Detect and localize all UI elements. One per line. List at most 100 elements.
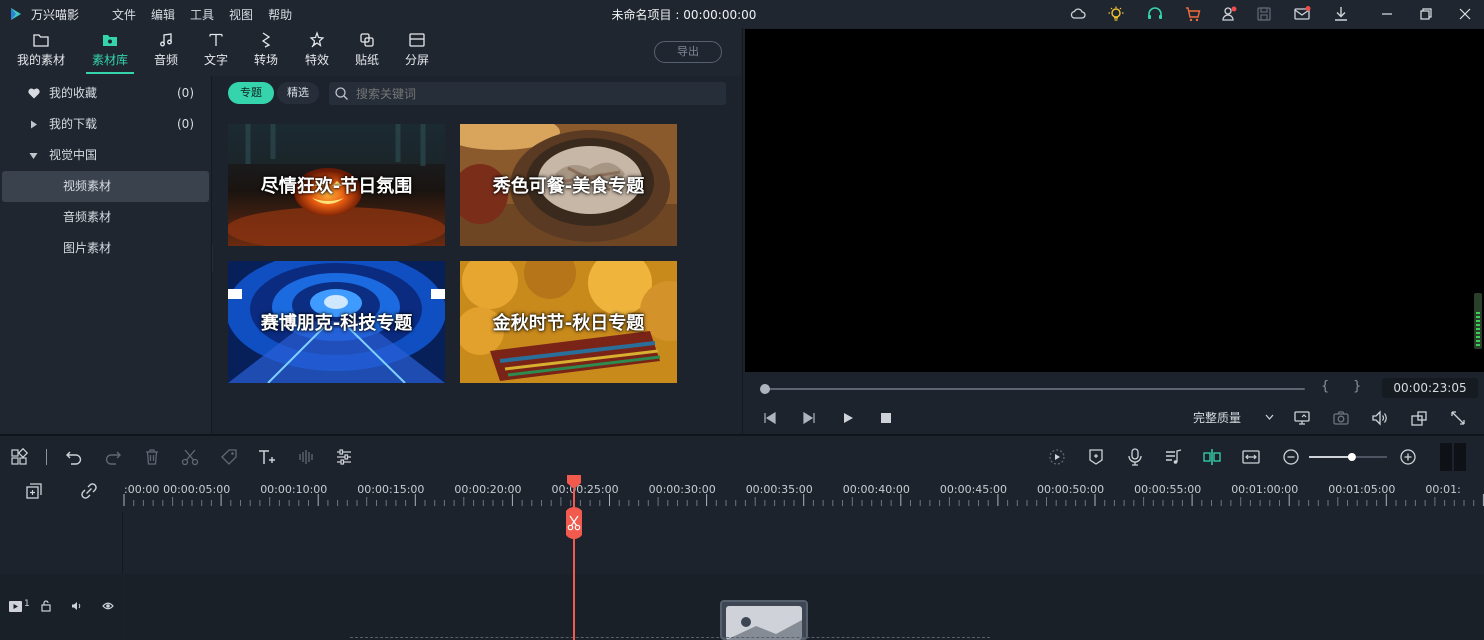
preview-scrubber[interactable] <box>759 383 1307 395</box>
chip-topics[interactable]: 专题 <box>228 82 274 104</box>
audio-mixer-icon[interactable] <box>1163 447 1183 467</box>
undo-icon[interactable] <box>64 447 84 467</box>
track-headers: 1 <box>0 512 123 640</box>
track-drop-guide <box>350 637 990 638</box>
mail-icon[interactable] <box>1293 5 1311 23</box>
card-caption: 赛博朋克-科技专题 <box>260 313 413 334</box>
tab-label: 文字 <box>203 53 228 67</box>
restore-icon[interactable] <box>1417 5 1435 23</box>
scissors-icon[interactable] <box>567 515 581 531</box>
sidebar-item-video-assets[interactable]: 视频素材 <box>2 171 209 202</box>
tab-stickers[interactable]: 贴纸 <box>349 28 385 76</box>
zoom-in-icon[interactable] <box>1398 447 1418 467</box>
menu-help[interactable]: 帮助 <box>268 6 292 23</box>
quality-value: 完整质量 <box>1193 411 1242 425</box>
aspect-ratio-icon[interactable] <box>1410 409 1428 427</box>
preview-timecode: 00:00:23:05 <box>1382 378 1478 398</box>
chevron-down-icon <box>1265 414 1274 420</box>
topic-card-tech[interactable]: 赛博朋克-科技专题 <box>228 261 445 383</box>
chip-featured[interactable]: 精选 <box>277 82 319 104</box>
download-icon[interactable] <box>1332 5 1350 23</box>
audio-split-icon[interactable] <box>296 447 316 467</box>
eye-icon[interactable] <box>102 600 114 612</box>
tag-icon[interactable] <box>219 447 239 467</box>
snap-icon[interactable] <box>1202 447 1222 467</box>
playhead[interactable] <box>566 475 582 640</box>
sidebar-item-image-assets[interactable]: 图片素材 <box>0 233 210 264</box>
tab-library[interactable]: 素材库 <box>86 28 134 76</box>
layout-grid-icon[interactable] <box>9 447 29 467</box>
music-note-icon <box>160 33 172 47</box>
stop-icon[interactable] <box>880 412 892 424</box>
adjust-icon[interactable] <box>334 447 354 467</box>
image-placeholder-icon <box>726 606 802 640</box>
volume-icon[interactable] <box>1371 409 1389 427</box>
sidebar-item-label: 图片素材 <box>63 241 112 255</box>
media-drop-placeholder[interactable] <box>720 600 808 640</box>
track-volume-icon[interactable] <box>71 600 83 612</box>
snapshot-icon[interactable] <box>1332 409 1350 427</box>
save-icon[interactable] <box>1255 5 1273 23</box>
app-logo-icon <box>8 6 24 22</box>
project-title: 未命名项目 : 00:00:00:00 <box>611 8 757 22</box>
zoom-slider[interactable] <box>1309 450 1389 464</box>
sidebar-item-downloads[interactable]: 我的下载 (0) <box>0 109 210 140</box>
sidebar-item-favorites[interactable]: 我的收藏 (0) <box>0 78 210 109</box>
sticker-icon <box>360 33 374 47</box>
redo-icon[interactable] <box>103 447 123 467</box>
caret-down-icon[interactable] <box>29 152 38 160</box>
headset-icon[interactable] <box>1146 5 1164 23</box>
menu-tools[interactable]: 工具 <box>190 6 214 23</box>
lightbulb-icon[interactable] <box>1107 5 1125 23</box>
quality-select[interactable]: 完整质量 <box>1193 408 1275 428</box>
fit-timeline-icon[interactable] <box>1241 447 1261 467</box>
sidebar-item-audio-assets[interactable]: 音频素材 <box>0 202 210 233</box>
tab-effects[interactable]: 特效 <box>299 28 335 76</box>
library-content: 专题 精选 尽情狂欢-节日氛围 <box>213 76 741 434</box>
search-box[interactable] <box>329 82 726 105</box>
sidebar-item-vcg[interactable]: 视觉中国 <box>0 140 210 171</box>
render-preview-icon[interactable] <box>1293 409 1311 427</box>
render-icon[interactable] <box>1047 447 1067 467</box>
account-icon[interactable] <box>1220 5 1238 23</box>
lock-icon[interactable] <box>40 600 52 612</box>
menu-bar: 文件 编辑 工具 视图 帮助 <box>112 6 292 23</box>
tab-label: 贴纸 <box>354 53 379 67</box>
folder-icon <box>33 34 49 47</box>
fullscreen-icon[interactable] <box>1449 409 1467 427</box>
title-bar: 万兴喵影 文件 编辑 工具 视图 帮助 未命名项目 : 00:00:00:00 <box>0 0 1484 28</box>
next-frame-icon[interactable] <box>802 411 816 425</box>
tab-text[interactable]: 文字 <box>198 28 234 76</box>
mark-in-button[interactable]: { <box>1321 379 1329 394</box>
close-icon[interactable] <box>1456 5 1474 23</box>
delete-icon[interactable] <box>142 447 162 467</box>
cart-icon[interactable] <box>1184 5 1202 23</box>
cut-icon[interactable] <box>180 447 200 467</box>
menu-view[interactable]: 视图 <box>229 6 253 23</box>
cloud-icon[interactable] <box>1069 5 1087 23</box>
prev-frame-icon[interactable] <box>763 411 777 425</box>
timeline-ruler[interactable]: :00:00 00:00:05:00 00:00:10:00 00:00:15:00 0… <box>0 476 1484 512</box>
mark-out-button[interactable]: } <box>1353 379 1361 394</box>
microphone-icon[interactable] <box>1125 447 1145 467</box>
zoom-out-icon[interactable] <box>1281 447 1301 467</box>
play-icon[interactable] <box>841 411 855 425</box>
topic-card-food[interactable]: 秀色可餐-美食专题 <box>460 124 677 246</box>
search-input[interactable] <box>356 84 716 103</box>
topic-card-festival[interactable]: 尽情狂欢-节日氛围 <box>228 124 445 246</box>
export-button[interactable]: 导出 <box>654 41 722 63</box>
marker-icon[interactable] <box>1086 447 1106 467</box>
panel-toggle[interactable] <box>1440 443 1466 471</box>
tab-split-screen[interactable]: 分屏 <box>399 28 435 76</box>
minimize-icon[interactable] <box>1378 5 1396 23</box>
add-text-icon[interactable] <box>257 447 277 467</box>
library-folder-icon <box>103 35 117 46</box>
topic-card-autumn[interactable]: 金秋时节-秋日专题 <box>460 261 677 383</box>
tab-transitions[interactable]: 转场 <box>248 28 284 76</box>
menu-edit[interactable]: 编辑 <box>151 6 175 23</box>
tab-audio[interactable]: 音频 <box>148 28 184 76</box>
menu-file[interactable]: 文件 <box>112 6 136 23</box>
tab-my-media[interactable]: 我的素材 <box>10 28 72 76</box>
caret-right-icon[interactable] <box>30 120 38 129</box>
transition-icon <box>261 32 271 48</box>
